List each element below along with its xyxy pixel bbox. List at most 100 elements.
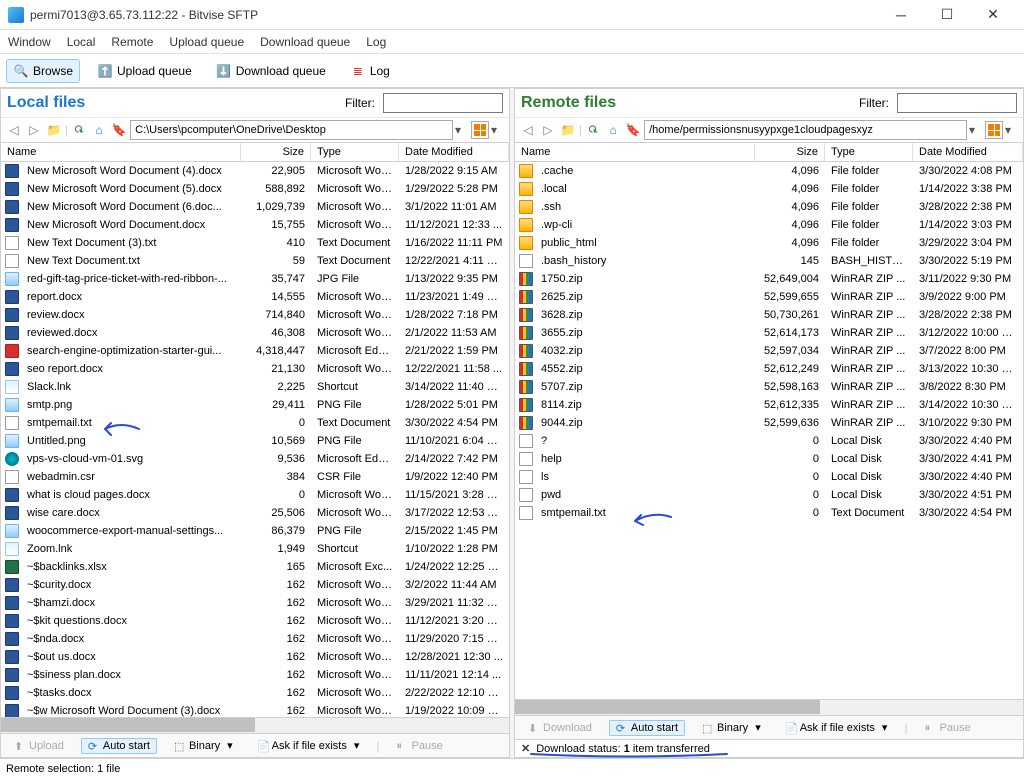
- local-path-input[interactable]: [130, 120, 453, 140]
- file-row[interactable]: public_html4,096File folder3/29/2022 3:0…: [515, 234, 1023, 252]
- local-filter-input[interactable]: [383, 93, 503, 113]
- askexists-button[interactable]: 📄Ask if file exists▾: [778, 719, 895, 736]
- file-row[interactable]: smtpemail.txt0Text Document3/30/2022 4:5…: [515, 504, 1023, 522]
- bookmark-icon[interactable]: 🔖: [624, 121, 642, 139]
- file-row[interactable]: New Microsoft Word Document (6.doc...1,0…: [1, 198, 509, 216]
- menu-log[interactable]: Log: [366, 35, 386, 49]
- remote-filter-input[interactable]: [897, 93, 1017, 113]
- file-row[interactable]: New Microsoft Word Document (5).docx588,…: [1, 180, 509, 198]
- minimize-button[interactable]: ─: [878, 0, 924, 30]
- file-row[interactable]: help0Local Disk3/30/2022 4:41 PM: [515, 450, 1023, 468]
- forward-icon[interactable]: ▷: [539, 121, 557, 139]
- file-row[interactable]: reviewed.docx46,308Microsoft Wor...2/1/2…: [1, 324, 509, 342]
- file-row[interactable]: 4032.zip52,597,034WinRAR ZIP ...3/7/2022…: [515, 342, 1023, 360]
- menu-upload-queue[interactable]: Upload queue: [169, 35, 244, 49]
- file-row[interactable]: New Microsoft Word Document.docx15,755Mi…: [1, 216, 509, 234]
- browse-button[interactable]: 🔍 Browse: [6, 59, 80, 83]
- path-dropdown-icon[interactable]: ▾: [969, 123, 983, 137]
- remote-path-input[interactable]: [644, 120, 967, 140]
- file-row[interactable]: report.docx14,555Microsoft Wor...11/23/2…: [1, 288, 509, 306]
- remote-hscroll[interactable]: [515, 699, 1023, 715]
- file-row[interactable]: ~$siness plan.docx162Microsoft Wor...11/…: [1, 666, 509, 684]
- menu-download-queue[interactable]: Download queue: [260, 35, 350, 49]
- col-date[interactable]: Date Modified: [399, 143, 509, 161]
- col-name[interactable]: Name: [515, 143, 755, 161]
- binary-button[interactable]: ⬚Binary▾: [167, 737, 240, 754]
- file-row[interactable]: search-engine-optimization-starter-gui..…: [1, 342, 509, 360]
- file-row[interactable]: .cache4,096File folder3/30/2022 4:08 PM: [515, 162, 1023, 180]
- home-icon[interactable]: ⌂: [90, 121, 108, 139]
- file-row[interactable]: ~$w Microsoft Word Document (3).docx162M…: [1, 702, 509, 717]
- file-row[interactable]: ~$hamzi.docx162Microsoft Wor...3/29/2021…: [1, 594, 509, 612]
- file-row[interactable]: smtp.png29,411PNG File1/28/2022 5:01 PM: [1, 396, 509, 414]
- file-row[interactable]: ~$out us.docx162Microsoft Wor...12/28/20…: [1, 648, 509, 666]
- view-dropdown-icon[interactable]: ▾: [1005, 123, 1019, 137]
- local-hscroll[interactable]: [1, 717, 509, 733]
- refresh-icon[interactable]: ⟳: [580, 117, 605, 142]
- local-rows[interactable]: New Microsoft Word Document (4).docx22,9…: [1, 162, 509, 717]
- file-row[interactable]: ~$curity.docx162Microsoft Wor...3/2/2022…: [1, 576, 509, 594]
- file-row[interactable]: 1750.zip52,649,004WinRAR ZIP ...3/11/202…: [515, 270, 1023, 288]
- menu-window[interactable]: Window: [8, 35, 51, 49]
- path-dropdown-icon[interactable]: ▾: [455, 123, 469, 137]
- log-button[interactable]: ≣ Log: [343, 59, 397, 83]
- file-row[interactable]: 9044.zip52,599,636WinRAR ZIP ...3/10/202…: [515, 414, 1023, 432]
- file-row[interactable]: 5707.zip52,598,163WinRAR ZIP ...3/8/2022…: [515, 378, 1023, 396]
- bookmark-icon[interactable]: 🔖: [110, 121, 128, 139]
- file-row[interactable]: 4552.zip52,612,249WinRAR ZIP ...3/13/202…: [515, 360, 1023, 378]
- file-row[interactable]: ~$tasks.docx162Microsoft Wor...2/22/2022…: [1, 684, 509, 702]
- file-row[interactable]: ~$backlinks.xlsx165Microsoft Exc...1/24/…: [1, 558, 509, 576]
- file-row[interactable]: New Text Document.txt59Text Document12/2…: [1, 252, 509, 270]
- binary-button[interactable]: ⬚Binary▾: [695, 719, 768, 736]
- refresh-icon[interactable]: ⟳: [66, 117, 91, 142]
- file-row[interactable]: Zoom.lnk1,949Shortcut1/10/2022 1:28 PM: [1, 540, 509, 558]
- file-row[interactable]: webadmin.csr384CSR File1/9/2022 12:40 PM: [1, 468, 509, 486]
- close-status-icon[interactable]: ✕: [521, 742, 530, 755]
- col-type[interactable]: Type: [825, 143, 913, 161]
- download-queue-button[interactable]: ⬇️ Download queue: [209, 59, 333, 83]
- file-row[interactable]: .wp-cli4,096File folder1/14/2022 3:03 PM: [515, 216, 1023, 234]
- file-row[interactable]: review.docx714,840Microsoft Wor...1/28/2…: [1, 306, 509, 324]
- file-row[interactable]: .local4,096File folder1/14/2022 3:38 PM: [515, 180, 1023, 198]
- back-icon[interactable]: ◁: [5, 121, 23, 139]
- file-row[interactable]: 3628.zip50,730,261WinRAR ZIP ...3/28/202…: [515, 306, 1023, 324]
- menu-remote[interactable]: Remote: [111, 35, 153, 49]
- file-row[interactable]: wise care.docx25,506Microsoft Wor...3/17…: [1, 504, 509, 522]
- pause-button[interactable]: ⏸Pause: [390, 738, 450, 754]
- view-grid-icon[interactable]: [985, 121, 1003, 139]
- file-row[interactable]: .bash_history145BASH_HISTO...3/30/2022 5…: [515, 252, 1023, 270]
- file-row[interactable]: smtpemail.txt0Text Document3/30/2022 4:5…: [1, 414, 509, 432]
- pause-button[interactable]: ⏸Pause: [918, 720, 978, 736]
- view-dropdown-icon[interactable]: ▾: [491, 123, 505, 137]
- back-icon[interactable]: ◁: [519, 121, 537, 139]
- col-type[interactable]: Type: [311, 143, 399, 161]
- home-icon[interactable]: ⌂: [604, 121, 622, 139]
- file-row[interactable]: .ssh4,096File folder3/28/2022 2:38 PM: [515, 198, 1023, 216]
- download-button[interactable]: ⬇Download: [521, 720, 599, 736]
- remote-rows[interactable]: .cache4,096File folder3/30/2022 4:08 PM.…: [515, 162, 1023, 699]
- col-size[interactable]: Size: [755, 143, 825, 161]
- file-row[interactable]: pwd0Local Disk3/30/2022 4:51 PM: [515, 486, 1023, 504]
- askexists-button[interactable]: 📄Ask if file exists▾: [250, 737, 367, 754]
- file-row[interactable]: ls0Local Disk3/30/2022 4:40 PM: [515, 468, 1023, 486]
- file-row[interactable]: 8114.zip52,612,335WinRAR ZIP ...3/14/202…: [515, 396, 1023, 414]
- file-row[interactable]: ?0Local Disk3/30/2022 4:40 PM: [515, 432, 1023, 450]
- autostart-button[interactable]: ⟳Auto start: [609, 720, 685, 736]
- close-button[interactable]: ✕: [970, 0, 1016, 30]
- file-row[interactable]: vps-vs-cloud-vm-01.svg9,536Microsoft Edg…: [1, 450, 509, 468]
- file-row[interactable]: New Text Document (3).txt410Text Documen…: [1, 234, 509, 252]
- col-date[interactable]: Date Modified: [913, 143, 1023, 161]
- maximize-button[interactable]: ☐: [924, 0, 970, 30]
- upload-button[interactable]: ⬆Upload: [7, 738, 71, 754]
- up-folder-icon[interactable]: 📁: [559, 121, 577, 139]
- file-row[interactable]: New Microsoft Word Document (4).docx22,9…: [1, 162, 509, 180]
- upload-queue-button[interactable]: ⬆️ Upload queue: [90, 59, 199, 83]
- file-row[interactable]: 3655.zip52,614,173WinRAR ZIP ...3/12/202…: [515, 324, 1023, 342]
- file-row[interactable]: ~$nda.docx162Microsoft Wor...11/29/2020 …: [1, 630, 509, 648]
- menu-local[interactable]: Local: [67, 35, 96, 49]
- file-row[interactable]: what is cloud pages.docx0Microsoft Wor..…: [1, 486, 509, 504]
- file-row[interactable]: Slack.lnk2,225Shortcut3/14/2022 11:40 PM: [1, 378, 509, 396]
- up-folder-icon[interactable]: 📁: [45, 121, 63, 139]
- col-size[interactable]: Size: [241, 143, 311, 161]
- forward-icon[interactable]: ▷: [25, 121, 43, 139]
